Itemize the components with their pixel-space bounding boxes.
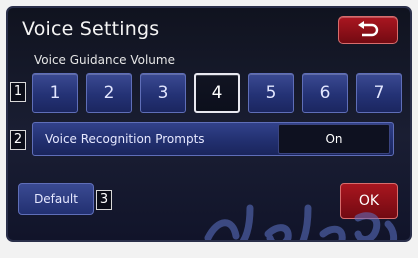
volume-level-4-button[interactable]: 4 bbox=[194, 73, 240, 113]
voice-recognition-prompts-row[interactable]: Voice Recognition Prompts On bbox=[32, 122, 394, 156]
watermark-logo bbox=[204, 204, 398, 240]
voice-settings-screen: Voice Settings Voice Guidance Volume 1 1… bbox=[6, 6, 412, 242]
volume-level-5-button[interactable]: 5 bbox=[248, 73, 294, 113]
voice-recognition-prompts-label: Voice Recognition Prompts bbox=[45, 132, 205, 146]
volume-level-1-button[interactable]: 1 bbox=[32, 73, 78, 113]
volume-level-2-button[interactable]: 2 bbox=[86, 73, 132, 113]
row-number-3: 3 bbox=[96, 190, 112, 210]
volume-level-6-button[interactable]: 6 bbox=[302, 73, 348, 113]
row-number-2: 2 bbox=[10, 130, 26, 150]
return-arrow-icon bbox=[358, 21, 379, 37]
page-title: Voice Settings bbox=[22, 18, 160, 40]
back-button[interactable] bbox=[338, 16, 398, 44]
volume-level-7-button[interactable]: 7 bbox=[356, 73, 402, 113]
volume-level-row: 1 2 3 4 5 6 7 bbox=[32, 73, 402, 113]
voice-recognition-prompts-value[interactable]: On bbox=[278, 124, 390, 154]
volume-level-3-button[interactable]: 3 bbox=[140, 73, 186, 113]
row-number-1: 1 bbox=[10, 82, 26, 102]
voice-guidance-volume-label: Voice Guidance Volume bbox=[34, 53, 175, 67]
default-button[interactable]: Default bbox=[18, 183, 94, 215]
